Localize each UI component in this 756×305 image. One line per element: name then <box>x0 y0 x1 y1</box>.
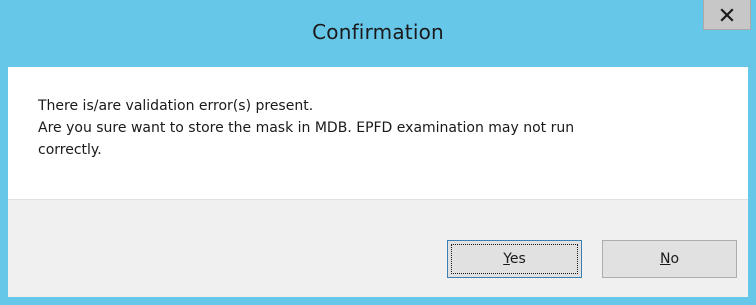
no-button-label: No <box>659 251 680 267</box>
yes-button-label: Yes <box>503 251 526 267</box>
message-line: correctly. <box>38 142 102 158</box>
message-line: There is/are validation error(s) present… <box>38 98 314 114</box>
button-bar: Yes No <box>8 199 748 297</box>
yes-button[interactable]: Yes <box>447 240 582 278</box>
no-button[interactable]: No <box>602 240 737 278</box>
close-button[interactable] <box>703 0 751 30</box>
message-line: Are you sure want to store the mask in M… <box>38 120 575 136</box>
title-bar[interactable]: Confirmation <box>0 0 756 67</box>
close-icon <box>720 7 734 22</box>
confirmation-dialog: Confirmation There is/are validation err… <box>0 0 756 305</box>
dialog-title: Confirmation <box>312 20 444 44</box>
message-text: There is/are validation error(s) present… <box>38 95 728 161</box>
message-area: There is/are validation error(s) present… <box>8 67 748 199</box>
